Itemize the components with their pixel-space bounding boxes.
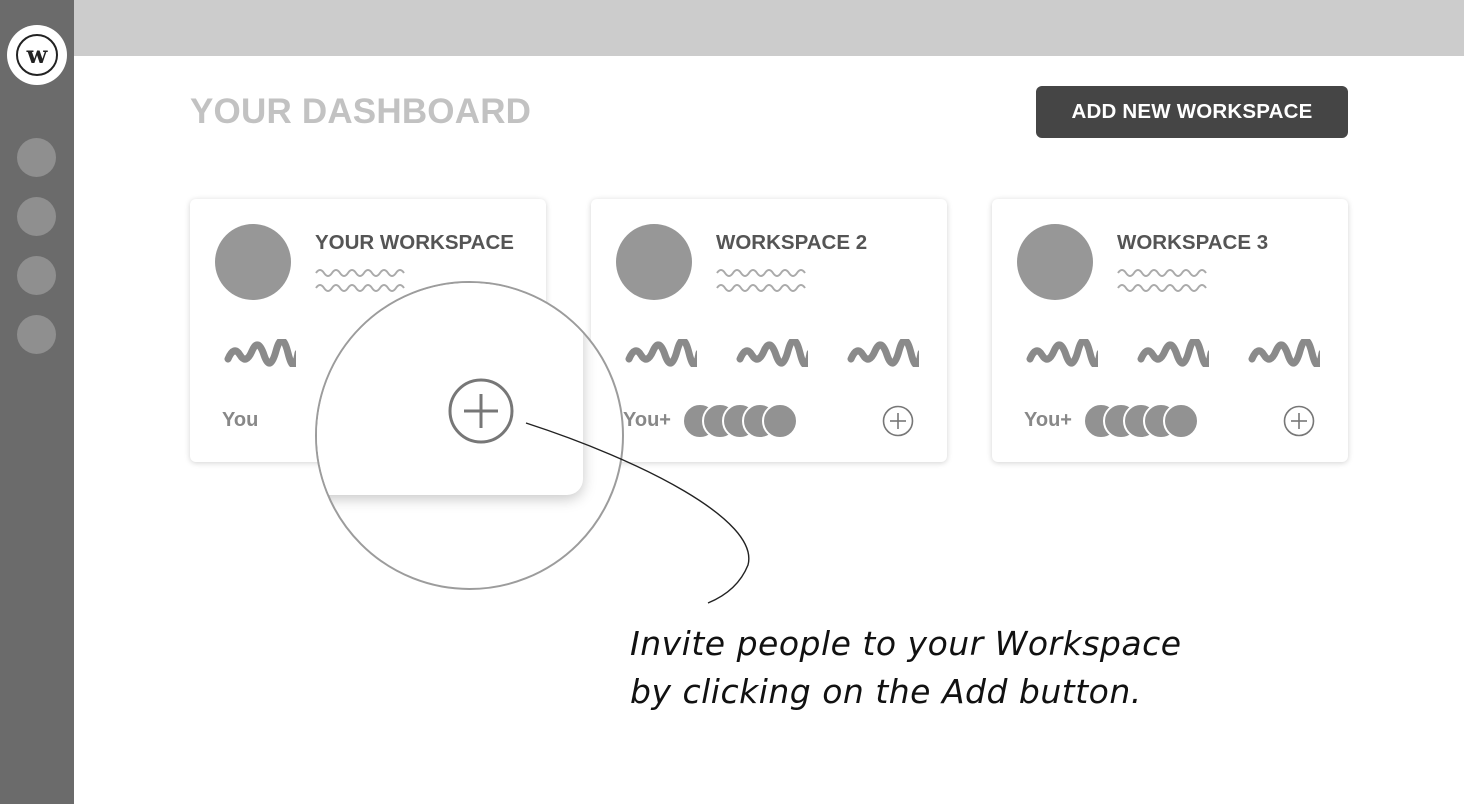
workspace-title: WORKSPACE 3 (1117, 231, 1269, 254)
workspace-avatar (616, 224, 692, 300)
page-title: YOUR DASHBOARD (190, 92, 532, 131)
callout-line-2: by clicking on the Add button. (630, 672, 1142, 711)
sidebar-nav-item-1[interactable] (17, 138, 56, 177)
stat-scribble (847, 339, 919, 367)
plus-circle-icon[interactable] (1283, 405, 1315, 437)
description-scribble (1117, 269, 1207, 292)
workspace-avatar (1017, 224, 1093, 300)
stat-scribble (224, 339, 296, 367)
magnifier-callout (315, 281, 624, 590)
stat-scribble (1137, 339, 1209, 367)
members-label: You+ (623, 409, 671, 431)
workspace-title: WORKSPACE 2 (716, 231, 868, 254)
sidebar-nav-item-4[interactable] (17, 315, 56, 354)
workspace-title: YOUR WORKSPACE (315, 231, 514, 254)
members-label: You+ (1024, 409, 1072, 431)
stat-scribble (1248, 339, 1320, 367)
sidebar-nav-item-2[interactable] (17, 197, 56, 236)
add-new-workspace-button[interactable]: ADD NEW WORKSPACE (1036, 86, 1348, 138)
plus-circle-icon[interactable] (882, 405, 914, 437)
description-scribble (716, 269, 806, 292)
stat-scribble (625, 339, 697, 367)
top-bar (74, 0, 1464, 56)
plus-circle-icon[interactable] (447, 377, 515, 445)
workspace-avatar (215, 224, 291, 300)
sidebar-nav-item-3[interactable] (17, 256, 56, 295)
callout-line-1: Invite people to your Workspace (630, 624, 1182, 663)
sidebar: w (0, 0, 74, 804)
member-avatar (1163, 403, 1199, 439)
workspace-card-2[interactable]: WORKSPACE 2 You+ (591, 199, 947, 462)
stat-scribble (1026, 339, 1098, 367)
logo-mark: w (16, 34, 58, 76)
member-avatar (762, 403, 798, 439)
callout-note: Invite people to your Workspace by click… (630, 620, 1182, 716)
stat-scribble (736, 339, 808, 367)
members-label: You (222, 409, 259, 431)
app-logo[interactable]: w (7, 25, 67, 85)
workspace-card-3[interactable]: WORKSPACE 3 You+ (992, 199, 1348, 462)
